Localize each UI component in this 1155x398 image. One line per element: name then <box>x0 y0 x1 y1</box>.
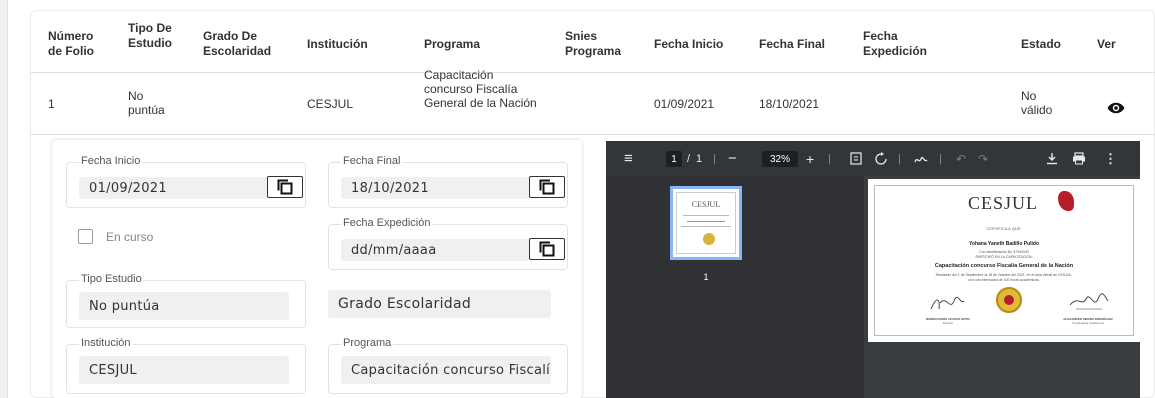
header-institucion: Institución <box>307 37 368 51</box>
grado-escolaridad-field[interactable]: Grado Escolaridad <box>328 290 551 318</box>
rotate-icon[interactable] <box>874 141 888 176</box>
cell-institucion: CESJUL <box>307 97 354 111</box>
en-curso-label: En curso <box>106 230 154 244</box>
toolbar-divider: | <box>939 152 942 165</box>
pdf-viewer: ≡ 1 / 1 | − 32% + | | | ↶ ↷ ⋮ CESJUL 1 C… <box>606 141 1140 398</box>
header-fecha-inicio: Fecha Inicio <box>654 37 724 51</box>
thumbnail-brand: CESJUL <box>691 200 721 209</box>
institucion-field[interactable]: CESJUL <box>79 356 289 384</box>
thumbnail-line <box>683 215 729 216</box>
toolbar-divider: | <box>828 152 831 165</box>
fecha-inicio-label: Fecha Inicio <box>79 155 143 167</box>
certificate-participo: PARTICIPÓ EN LA CAPACITACIÓN: <box>975 255 1033 259</box>
fecha-expedicion-group: Fecha Expedición dd/mm/aaaa <box>328 217 568 270</box>
pdf-toolbar: ≡ 1 / 1 | − 32% + | | | ↶ ↷ ⋮ <box>606 141 1140 176</box>
institucion-group: Institución CESJUL <box>66 337 306 394</box>
zoom-in-icon[interactable]: + <box>806 141 814 176</box>
fecha-expedicion-label: Fecha Expedición <box>341 217 433 229</box>
fecha-final-label: Fecha Final <box>341 155 403 167</box>
header-fecha-expedicion: Fecha Expedición <box>863 29 928 58</box>
thumbnail-line <box>681 226 731 227</box>
signature-1-role: Director <box>942 321 954 325</box>
redo-icon[interactable]: ↷ <box>978 141 988 176</box>
fecha-inicio-group: Fecha Inicio 01/09/2021 <box>66 155 306 208</box>
menu-icon[interactable]: ≡ <box>624 141 633 176</box>
cell-programa: Capacitación concurso Fiscalía General d… <box>424 68 537 110</box>
copy-fecha-expedicion-button[interactable] <box>529 238 565 260</box>
undo-icon[interactable]: ↶ <box>956 141 966 176</box>
certificate-name: Yohana Yaneth Badillo Pulido <box>968 241 1040 247</box>
programa-group: Programa Capacitación concurso Fiscalí <box>328 337 568 394</box>
copy-fecha-inicio-button[interactable] <box>267 176 303 198</box>
print-icon[interactable] <box>1072 141 1086 176</box>
certificate-detail-1: Realizado del 1 de Septiembre al 18 de O… <box>935 273 1073 277</box>
cell-fecha-final: 18/10/2021 <box>759 97 820 111</box>
certificate-id: Con identificación No 37940040 <box>979 250 1029 254</box>
fecha-inicio-field[interactable]: 01/09/2021 <box>79 177 269 199</box>
signature-2-role: Coordinador Académico <box>1071 321 1105 325</box>
page-number-input[interactable]: 1 <box>666 151 682 167</box>
header-grado: Grado De Escolaridad <box>203 29 272 58</box>
fecha-final-field[interactable]: 18/10/2021 <box>341 177 531 199</box>
programa-field[interactable]: Capacitación concurso Fiscalí <box>341 356 551 384</box>
header-fecha-final: Fecha Final <box>759 37 826 51</box>
page-thumbnail[interactable]: CESJUL 1 <box>670 186 742 282</box>
certificate-page: CESJUL CERTIFICA A QUE: Yohana Yaneth Ba… <box>868 179 1140 342</box>
fecha-expedicion-field[interactable]: dd/mm/aaaa <box>341 239 531 261</box>
fecha-final-group: Fecha Final 18/10/2021 <box>328 155 568 208</box>
page-total: 1 <box>696 152 703 165</box>
grado-escolaridad-group: Grado Escolaridad <box>316 280 566 328</box>
thumbnail-seal <box>703 233 715 245</box>
table-row[interactable]: 1 No puntúa CESJUL Capacitación concurso… <box>31 68 1155 135</box>
copy-icon <box>539 241 555 257</box>
signature-2-image <box>1069 293 1109 310</box>
copy-icon <box>539 179 555 195</box>
thumbnail-page-label: 1 <box>703 272 709 282</box>
header-estado: Estado <box>1021 37 1062 51</box>
en-curso-checkbox[interactable] <box>78 229 93 244</box>
download-icon[interactable] <box>1046 141 1058 176</box>
header-folio: Número de Folio <box>48 29 94 58</box>
tipo-estudio-field[interactable]: No puntúa <box>79 292 289 320</box>
header-programa: Programa <box>424 37 481 51</box>
cell-folio: 1 <box>48 97 55 111</box>
page-separator: / <box>687 152 691 165</box>
seal-center <box>1004 295 1014 305</box>
certificate-detail-2: con una intensidad de 100 horas académic… <box>968 278 1040 282</box>
detail-form: Fecha Inicio 01/09/2021 Fecha Final 18/1… <box>52 140 582 398</box>
pdf-main-view: CESJUL CERTIFICA A QUE: Yohana Yaneth Ba… <box>864 176 1140 398</box>
certificate-course: Capacitación concurso Fiscalía General d… <box>934 263 1074 269</box>
cell-fecha-inicio: 01/09/2021 <box>654 97 715 111</box>
toolbar-divider: | <box>713 152 716 165</box>
tipo-estudio-group: Tipo Estudio No puntúa <box>66 273 306 328</box>
annotate-icon[interactable] <box>914 141 928 176</box>
certificate-certifica: CERTIFICA A QUE: <box>986 226 1022 231</box>
fit-page-icon[interactable] <box>850 141 862 176</box>
gold-seal-icon <box>996 287 1022 313</box>
zoom-out-icon[interactable]: − <box>728 141 737 176</box>
programa-label: Programa <box>341 337 394 349</box>
zoom-level-input[interactable]: 32% <box>762 151 798 167</box>
cell-tipo: No puntúa <box>128 89 165 117</box>
table-header: Número de Folio Tipo De Estudio Grado De… <box>31 11 1155 73</box>
thumbnail-line <box>687 221 725 222</box>
header-ver: Ver <box>1097 37 1116 51</box>
tipo-estudio-label: Tipo Estudio <box>79 273 144 285</box>
copy-icon <box>277 179 293 195</box>
certificate-brand: CESJUL <box>968 193 1039 213</box>
cell-estado: No válido <box>1021 89 1053 117</box>
more-icon[interactable]: ⋮ <box>1104 141 1117 176</box>
header-tipo: Tipo De Estudio <box>128 21 172 50</box>
eye-icon[interactable] <box>1106 102 1126 114</box>
signature-1-image <box>930 296 965 310</box>
left-edge-panel <box>0 0 8 398</box>
institucion-label: Institución <box>79 337 133 349</box>
copy-fecha-final-button[interactable] <box>529 176 565 198</box>
header-snies: Snies Programa <box>565 29 622 58</box>
toolbar-divider: | <box>898 152 901 165</box>
thumbnail-sidebar: CESJUL 1 <box>606 176 864 398</box>
